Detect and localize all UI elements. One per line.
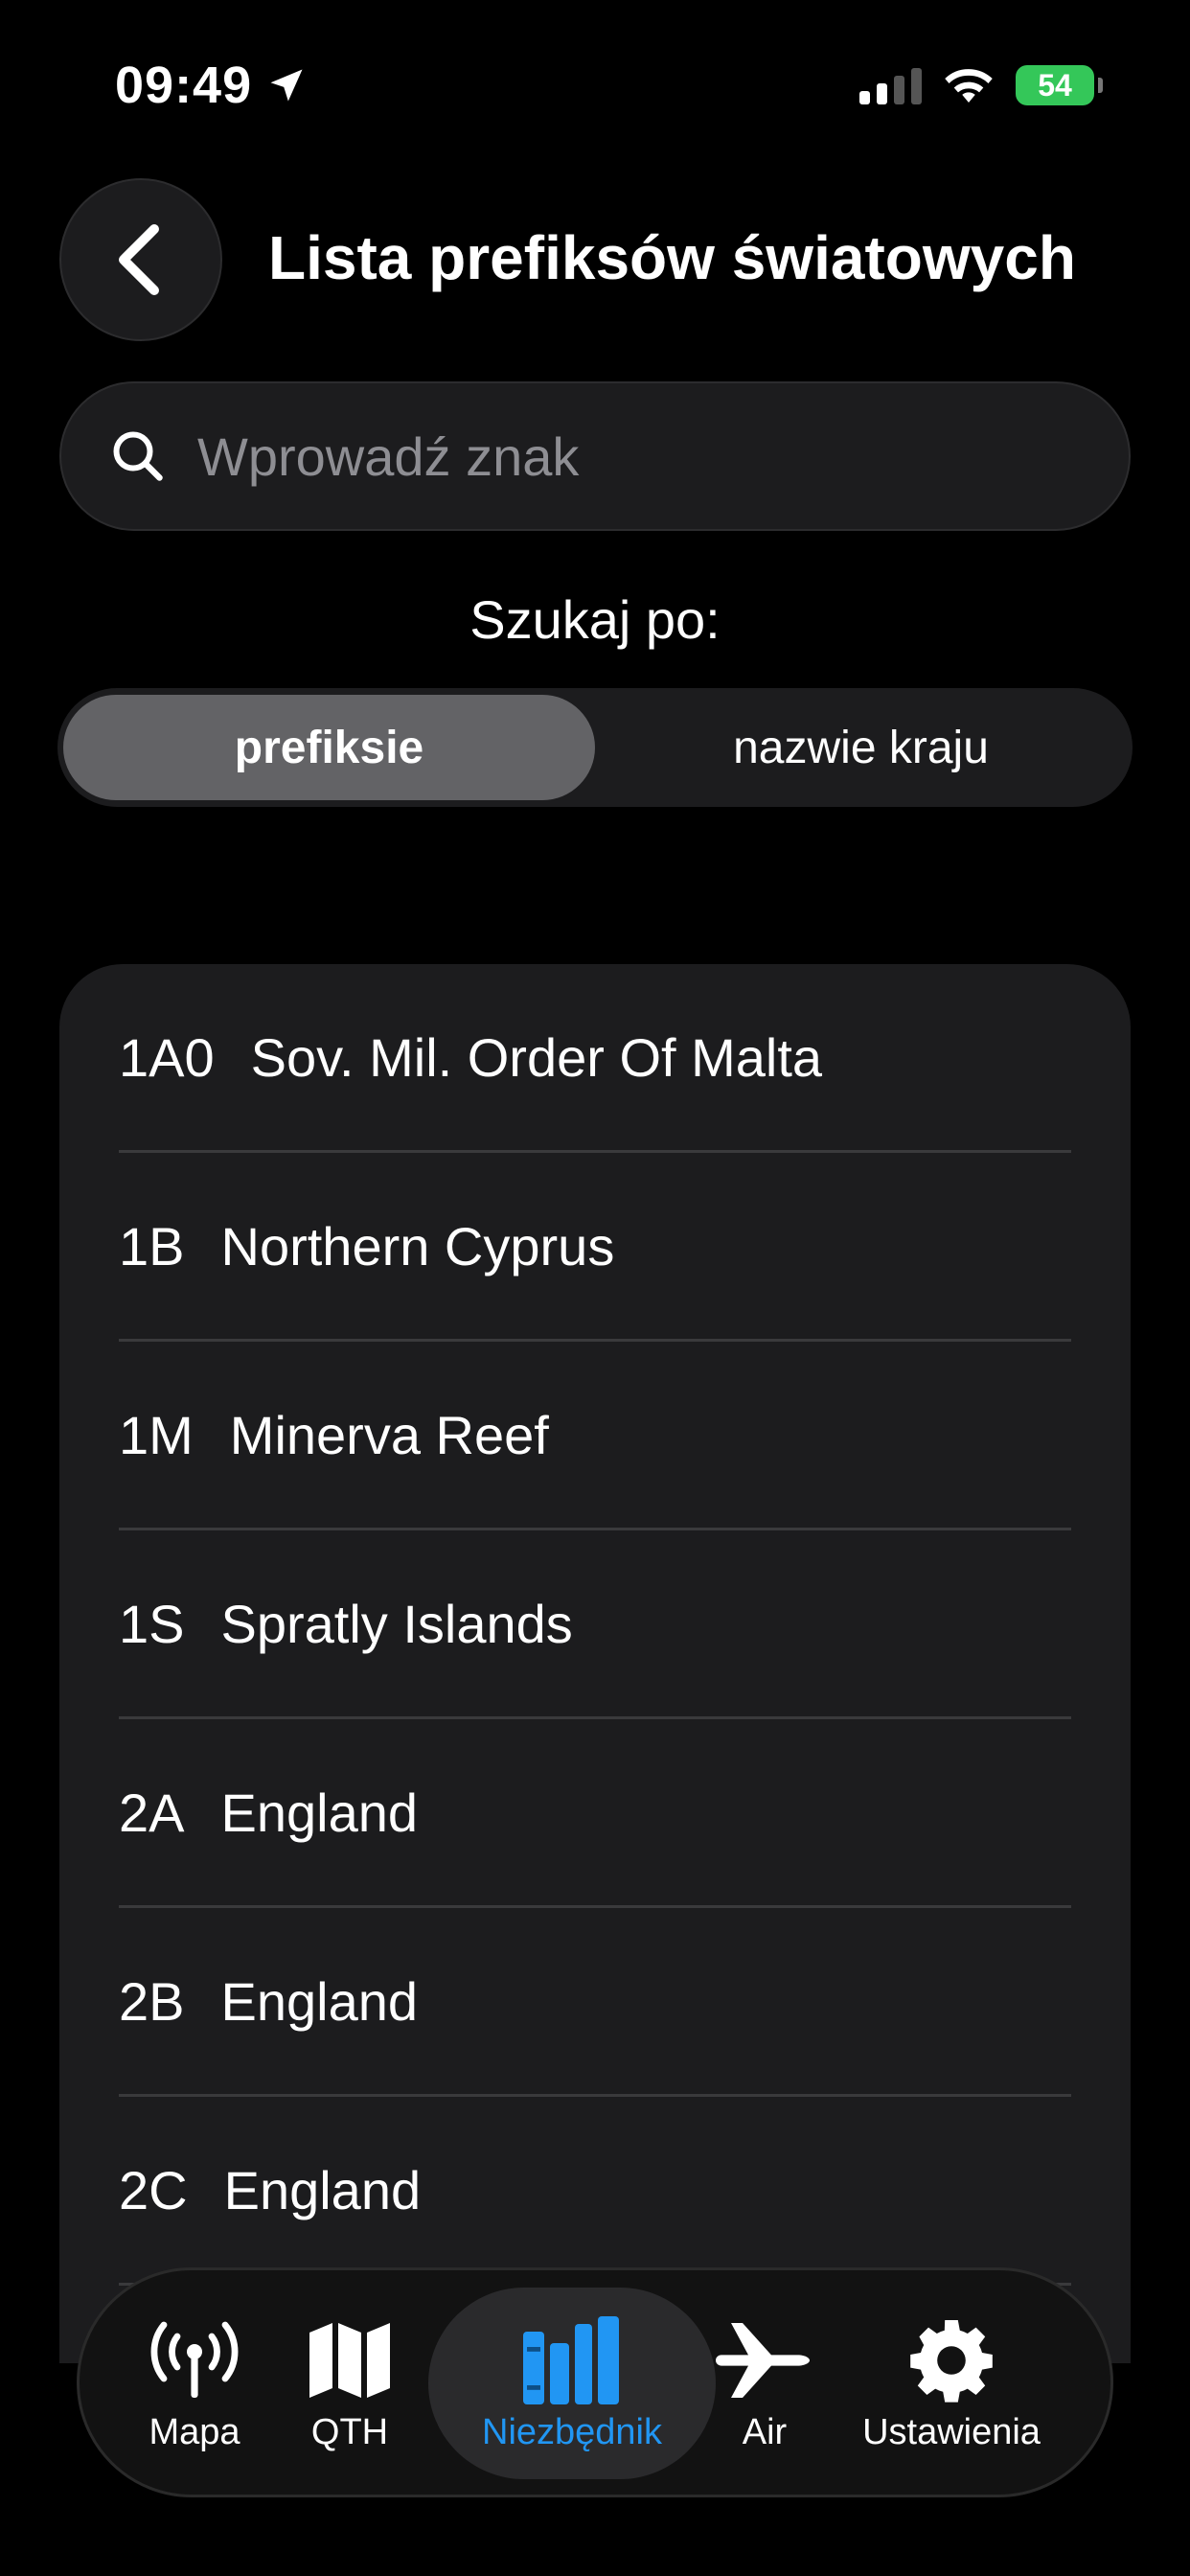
tab-air[interactable]: Air [712,2270,817,2495]
back-button[interactable] [59,178,222,341]
country-text: England [220,1970,419,2032]
cellular-signal-icon [859,66,922,104]
search-bar[interactable] [59,381,1131,531]
list-item[interactable]: 1S Spratly Islands [119,1530,1071,1719]
country-text: Sov. Mil. Order Of Malta [250,1026,823,1088]
books-icon [519,2312,625,2408]
list-item[interactable]: 2A England [119,1719,1071,1908]
time-text: 09:49 [115,57,253,114]
tab-bar: Mapa QTH Niezbędnik Air Ustawienia [77,2267,1113,2497]
list-item[interactable]: 1A0 Sov. Mil. Order Of Malta [119,964,1071,1153]
search-mode-segmented-control: prefiksie nazwie kraju [57,688,1133,807]
tab-qth[interactable]: QTH [292,2270,407,2495]
search-by-label: Szukaj po: [469,589,721,650]
prefix-text: 1B [119,1215,185,1276]
page-title: Lista prefiksów światowych [268,223,1076,292]
tab-label: Air [742,2411,788,2452]
prefix-text: 1M [119,1404,194,1465]
prefix-text: 2A [119,1782,185,1843]
segment-prefix[interactable]: prefiksie [63,695,595,800]
prefix-text: 2C [119,2159,188,2220]
list-item[interactable]: 2B England [119,1908,1071,2097]
tab-label: Mapa [149,2411,240,2452]
country-text: Minerva Reef [229,1404,549,1465]
tab-niezbednik[interactable]: Niezbędnik [428,2270,716,2495]
wifi-icon [945,69,993,103]
list-item[interactable]: 1B Northern Cyprus [119,1153,1071,1342]
tab-ustawienia[interactable]: Ustawienia [846,2270,1057,2495]
map-icon [304,2312,396,2408]
battery-icon: 54 [1016,65,1103,105]
gear-icon [905,2312,997,2408]
status-time: 09:49 [115,56,308,115]
prefix-text: 2B [119,1970,185,2032]
chevron-left-icon [119,224,159,295]
tab-label: Niezbędnik [482,2411,662,2452]
country-text: England [220,1782,419,1843]
segment-country-name[interactable]: nazwie kraju [595,695,1127,800]
search-input[interactable] [195,424,1129,489]
country-text: Northern Cyprus [220,1215,615,1276]
location-arrow-icon [270,69,303,102]
tab-mapa[interactable]: Mapa [137,2270,252,2495]
battery-level: 54 [1038,67,1072,103]
search-icon [109,427,167,485]
tab-label: QTH [310,2411,389,2452]
antenna-icon [147,2312,242,2408]
country-text: England [223,2159,422,2220]
tab-label: Ustawienia [862,2411,1041,2452]
list-item[interactable]: 2C England [119,2097,1071,2286]
prefix-list: 1A0 Sov. Mil. Order Of Malta 1B Northern… [59,964,1131,2363]
country-text: Spratly Islands [220,1593,573,1654]
prefix-text: 1S [119,1593,185,1654]
airplane-icon [712,2312,817,2408]
list-item[interactable]: 1M Minerva Reef [119,1342,1071,1530]
status-indicators: 54 [859,65,1103,105]
prefix-text: 1A0 [119,1026,215,1088]
